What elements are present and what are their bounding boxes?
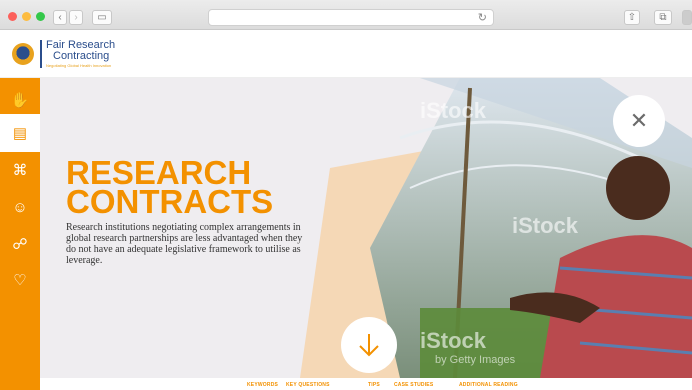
browser-window: ‹ › ▭ ↻ ⇧ ⧉ Fair Research Contracting Ne… [0,0,692,390]
title-line2: CONTRACTS [66,183,274,220]
person-head [606,156,670,220]
logo-emblem-icon[interactable] [12,43,34,65]
new-tab-button[interactable] [682,10,692,25]
browser-toolbar: ‹ › ▭ ↻ ⇧ ⧉ [0,0,692,30]
close-window-button[interactable] [8,12,17,21]
handshake-icon: ☍ [12,236,28,253]
nav-item-additional-reading[interactable]: ADDITIONAL READING [459,382,518,388]
network-icon: ⌘ [12,162,28,179]
nav-item-key-questions[interactable]: KEY QUESTIONS [286,382,330,388]
hero-section: iStock iStock iStock by Getty Images RES… [40,78,692,378]
share-icon[interactable]: ⇧ [624,10,640,25]
sidebar-toggle-icon[interactable]: ▭ [92,10,112,25]
watermark: iStock [420,328,487,353]
nav-item-tips[interactable]: TIPS [368,382,380,388]
handshake-icon: ✋ [10,92,30,109]
page-title: RESEARCH CONTRACTS [66,156,274,220]
arrow-down-icon [359,334,379,357]
document-icon: ▤ [12,125,28,142]
logo-divider [40,40,42,68]
section-nav: KEYWORDS KEY QUESTIONS TIPS CASE STUDIES… [40,378,692,390]
reload-icon[interactable]: ↻ [478,11,487,24]
forward-button[interactable]: › [69,10,83,25]
logo-line2: Contracting [53,50,110,62]
heart-hands-icon: ♡ [13,272,27,289]
minimize-window-button[interactable] [22,12,31,21]
logo-text[interactable]: Fair Research Contracting [46,40,115,62]
back-button[interactable]: ‹ [53,10,67,25]
sidebar-item-network[interactable]: ⌘ [0,151,40,189]
sidebar-item-contracts[interactable]: ▤ [0,114,40,152]
site-header: Fair Research Contracting Negotiating Gl… [0,30,692,78]
nav-item-case-studies[interactable]: CASE STUDIES [394,382,433,388]
sidebar-item-support[interactable]: ♡ [0,261,40,299]
scroll-down-button[interactable] [341,317,397,373]
close-icon: ✕ [629,108,649,133]
nav-item-keywords[interactable]: KEYWORDS [247,382,278,388]
head-icon: ☺ [12,198,28,216]
logo-tagline: Negotiating Global Health Innovation [46,63,112,68]
sidebar: ✋ ▤ ⌘ ☺ ☍ ♡ [0,78,40,390]
hero-description: Research institutions negotiating comple… [66,222,303,266]
address-bar[interactable]: ↻ [208,9,494,26]
maximize-window-button[interactable] [36,12,45,21]
watermark-sub: by Getty Images [435,354,516,366]
watermark: iStock [420,98,487,123]
watermark: iStock [512,213,579,238]
sidebar-item-head[interactable]: ☺ [0,188,40,226]
tabs-icon[interactable]: ⧉ [654,10,672,25]
sidebar-item-agreement[interactable]: ☍ [0,225,40,263]
close-button[interactable]: ✕ [613,95,665,147]
